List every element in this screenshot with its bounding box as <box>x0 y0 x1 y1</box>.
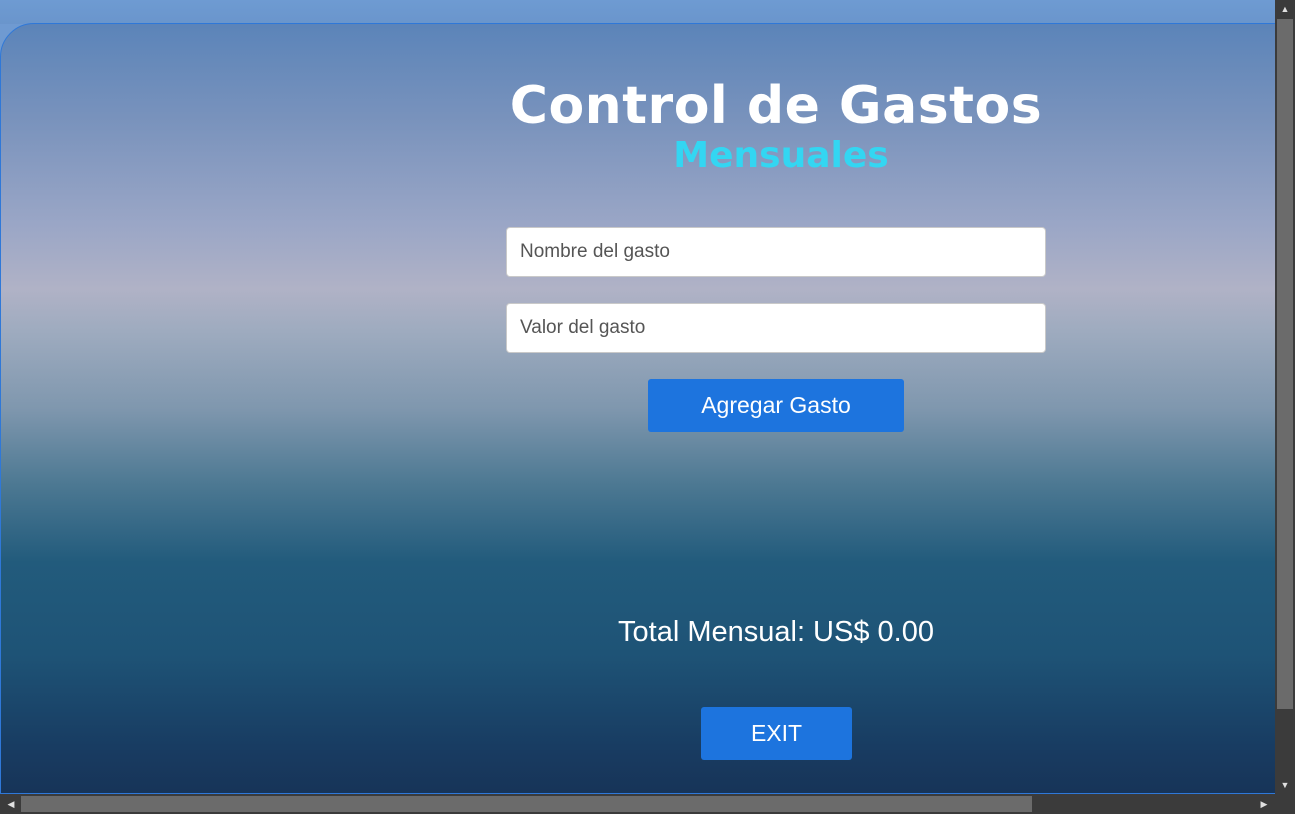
expense-value-input[interactable] <box>506 303 1046 353</box>
monthly-total: Total Mensual: US$ 0.00 <box>618 616 934 648</box>
scroll-right-icon[interactable]: ▶ <box>1255 794 1273 814</box>
expense-name-input[interactable] <box>506 227 1046 277</box>
page-background <box>0 0 1275 24</box>
horizontal-scroll-thumb[interactable] <box>21 796 1032 812</box>
scrollbar-corner <box>1275 794 1295 814</box>
page-title: Control de Gastos <box>509 76 1043 136</box>
page-subtitle: Mensuales <box>673 135 889 176</box>
vertical-scrollbar[interactable]: ▲ ▼ <box>1275 0 1295 794</box>
scroll-up-icon[interactable]: ▲ <box>1275 0 1295 18</box>
exit-button[interactable]: EXIT <box>701 707 852 760</box>
horizontal-scrollbar[interactable]: ◀ ▶ <box>0 794 1275 814</box>
scroll-left-icon[interactable]: ◀ <box>2 794 20 814</box>
add-expense-button[interactable]: Agregar Gasto <box>648 379 904 432</box>
scroll-down-icon[interactable]: ▼ <box>1275 776 1295 794</box>
vertical-scroll-thumb[interactable] <box>1277 19 1293 709</box>
